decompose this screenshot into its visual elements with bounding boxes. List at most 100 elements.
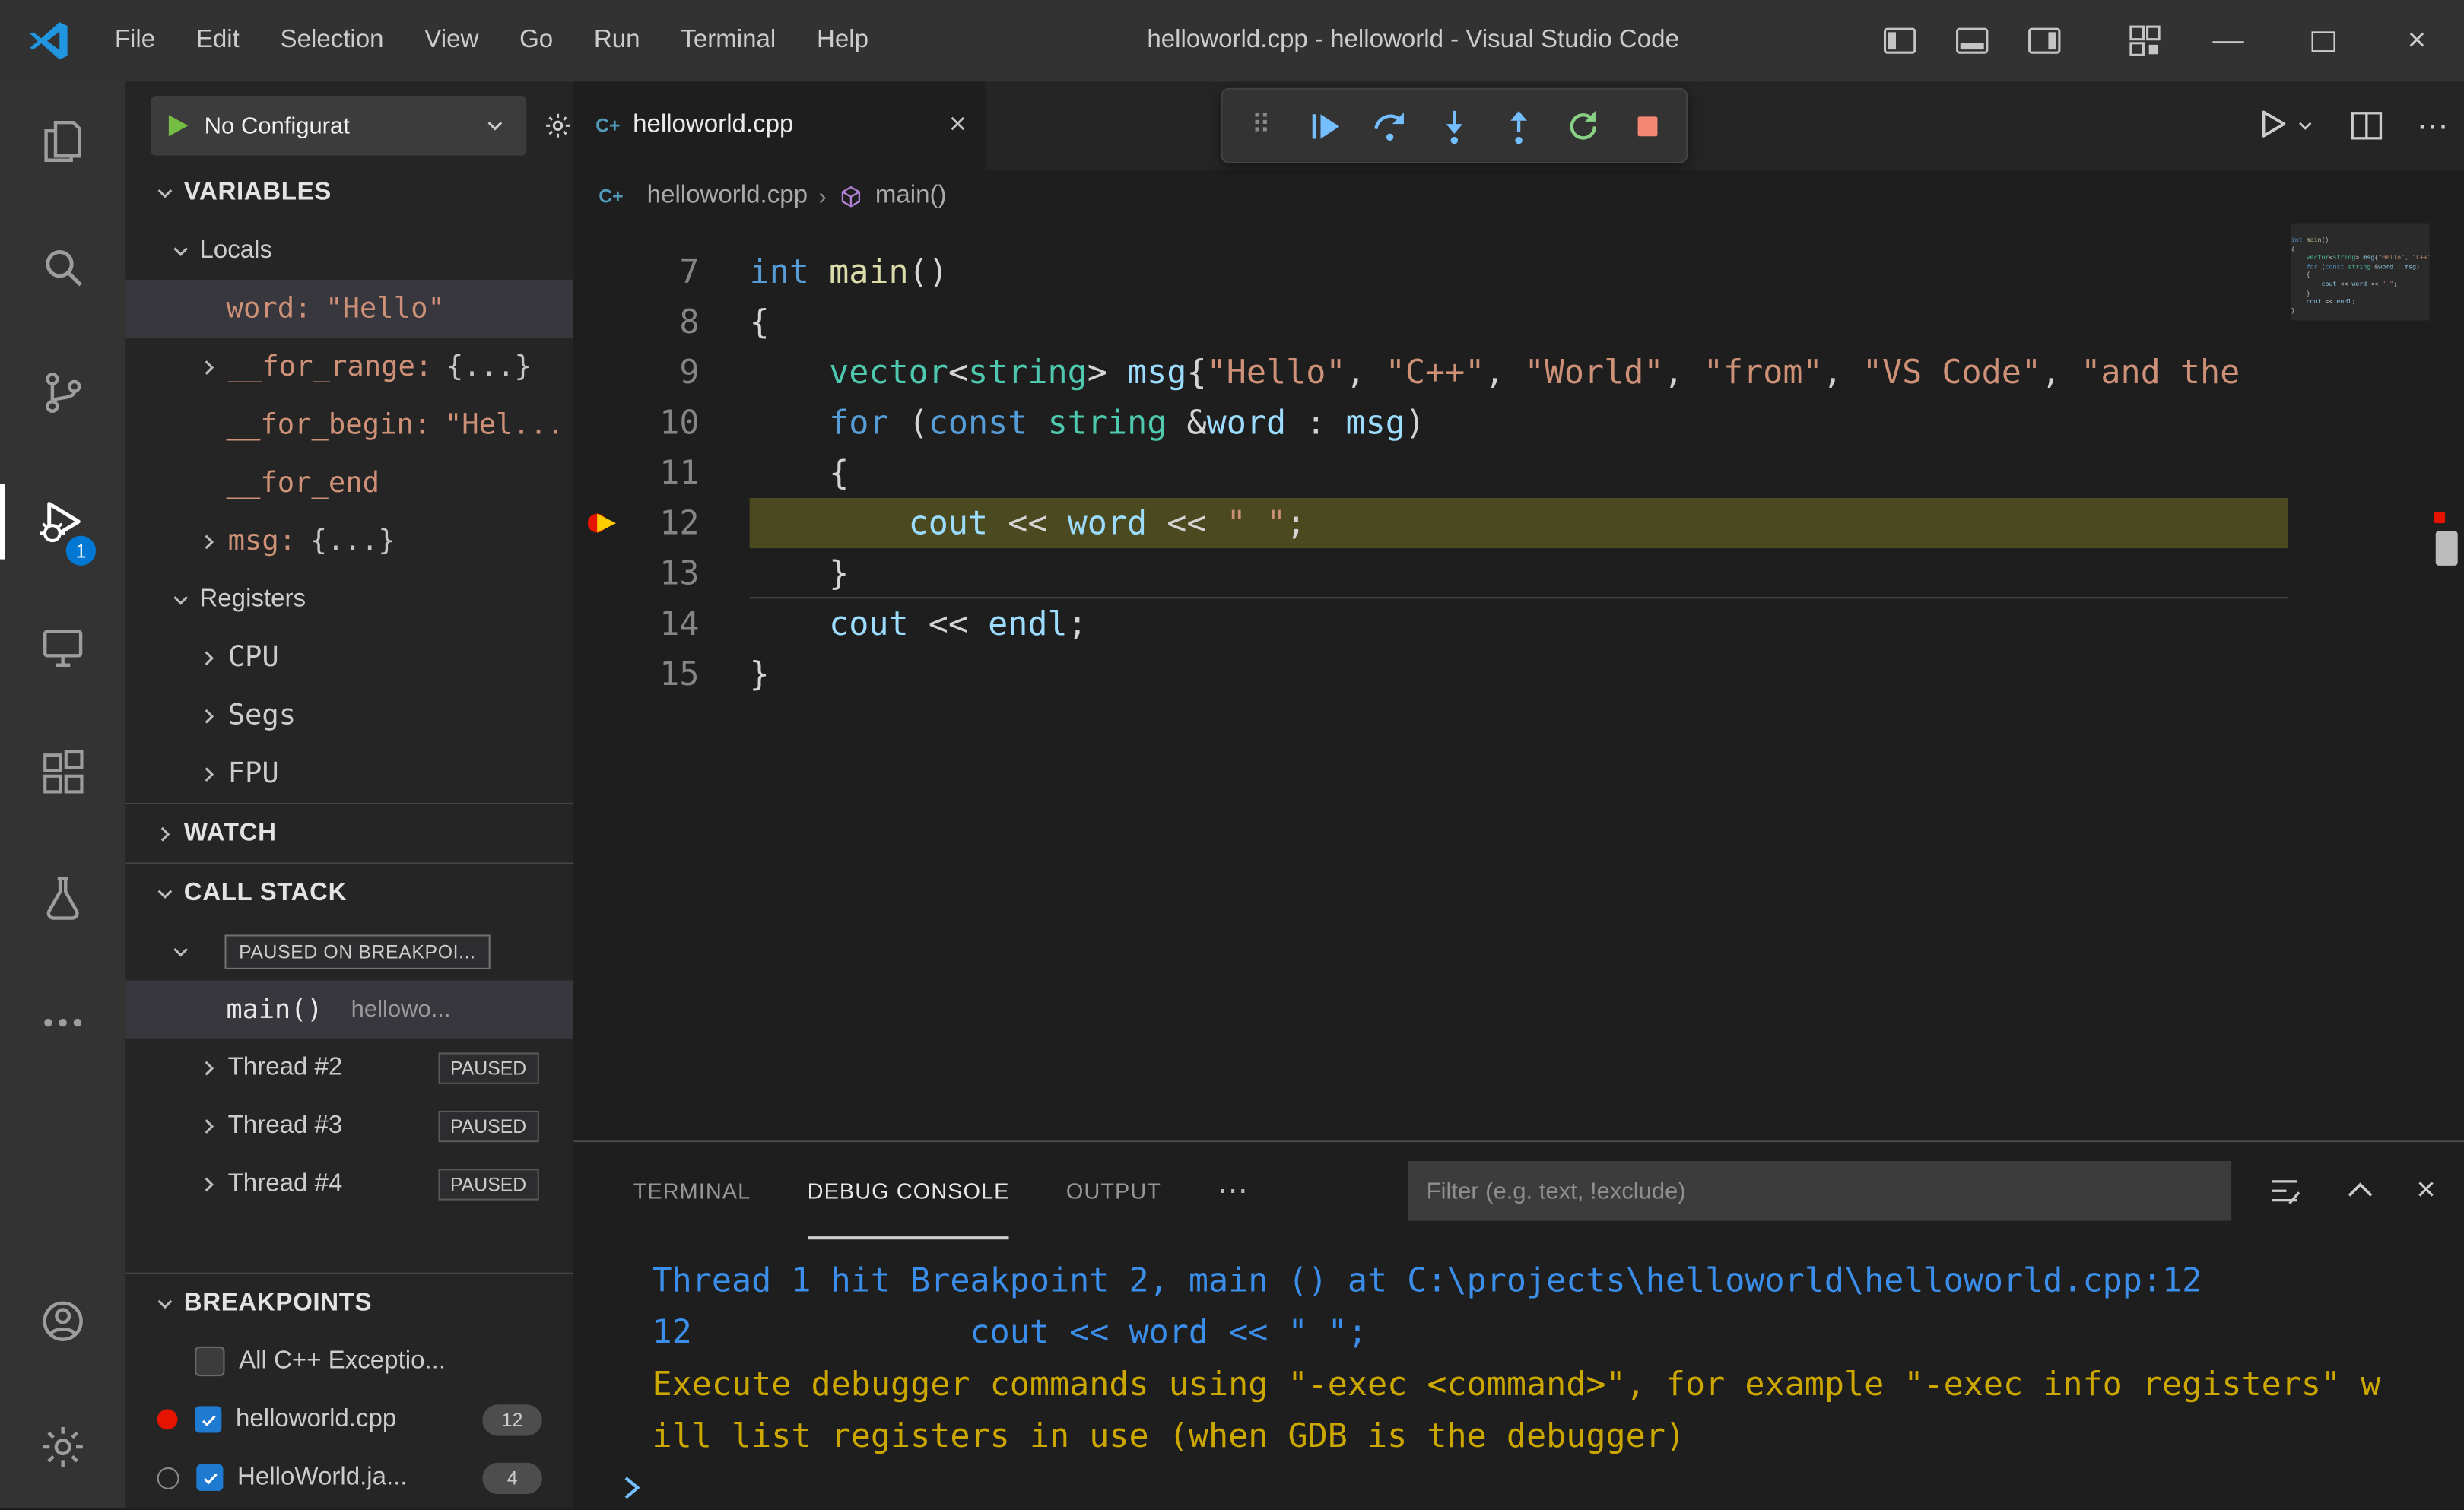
tree-item-cpu[interactable]: CPU — [125, 629, 573, 687]
more-views-icon[interactable] — [25, 985, 100, 1061]
toggle-sidebar-icon[interactable] — [1864, 0, 1936, 81]
callstack-thread-4[interactable]: Thread #4 PAUSED — [125, 1155, 573, 1213]
variable-for-begin[interactable]: __for_begin: "Hel... — [125, 396, 573, 454]
console-filter-input[interactable] — [1407, 1160, 2231, 1221]
variable-msg[interactable]: msg: {...} — [125, 512, 573, 570]
code-text[interactable]: { — [750, 297, 2288, 347]
breadcrumb-file[interactable]: helloworld.cpp — [647, 182, 808, 211]
code-line-13[interactable]: 13 } — [573, 548, 2464, 598]
gutter[interactable] — [573, 548, 630, 598]
close-panel-icon[interactable]: × — [2416, 1172, 2435, 1210]
maximize-button[interactable] — [2275, 0, 2370, 81]
breakpoint-helloworld-cpp[interactable]: helloworld.cpp 12 — [125, 1391, 573, 1448]
remote-explorer-icon[interactable] — [25, 610, 100, 685]
menu-terminal[interactable]: Terminal — [660, 0, 796, 81]
search-icon[interactable] — [25, 230, 100, 305]
variables-section-header[interactable]: VARIABLES — [125, 163, 573, 221]
start-debugging-icon[interactable] — [164, 112, 192, 140]
callstack-thread-3[interactable]: Thread #3 PAUSED — [125, 1096, 573, 1154]
gutter[interactable] — [573, 297, 630, 347]
gutter[interactable] — [573, 649, 630, 699]
overview-ruler[interactable] — [2429, 223, 2463, 1140]
step-over-button[interactable] — [1357, 94, 1422, 157]
code-line-9[interactable]: 9 vector<string> msg{"Hello", "C++", "Wo… — [573, 347, 2464, 398]
checkbox-checked[interactable] — [195, 1406, 222, 1433]
customize-layout-icon[interactable] — [2109, 0, 2181, 81]
callstack-session-row[interactable]: PAUSED ON BREAKPOI... — [125, 922, 573, 980]
checkbox-unchecked[interactable] — [195, 1346, 225, 1377]
code-line-15[interactable]: 15} — [573, 649, 2464, 699]
extensions-icon[interactable] — [25, 735, 100, 811]
breakpoint-current-line-icon[interactable] — [573, 498, 630, 548]
code-line-10[interactable]: 10 for (const string &word : msg) — [573, 398, 2464, 448]
tab-close-icon[interactable]: × — [949, 109, 967, 143]
code-line-14[interactable]: 14 cout << endl; — [573, 598, 2464, 649]
restart-button[interactable] — [1551, 94, 1615, 157]
code-text[interactable]: int main() — [750, 246, 2288, 297]
maximize-panel-icon[interactable] — [2341, 1172, 2379, 1210]
code-text[interactable]: for (const string &word : msg) — [750, 398, 2288, 448]
tab-terminal[interactable]: TERMINAL — [633, 1142, 751, 1239]
debug-console[interactable]: Thread 1 hit Breakpoint 2, main () at C:… — [573, 1239, 2464, 1508]
menu-selection[interactable]: Selection — [260, 0, 405, 81]
explorer-icon[interactable] — [25, 103, 100, 179]
account-icon[interactable] — [25, 1283, 100, 1359]
more-actions-icon[interactable]: ⋯ — [2417, 106, 2448, 145]
source-control-icon[interactable] — [25, 355, 100, 430]
step-into-button[interactable] — [1422, 94, 1487, 157]
step-out-button[interactable] — [1487, 94, 1551, 157]
menu-go[interactable]: Go — [499, 0, 573, 81]
callstack-thread-2[interactable]: Thread #2 PAUSED — [125, 1039, 573, 1096]
tree-item-segs[interactable]: Segs — [125, 687, 573, 744]
gutter[interactable] — [573, 246, 630, 297]
debug-settings-gear-icon[interactable] — [542, 110, 573, 141]
tab-debug-console[interactable]: DEBUG CONSOLE — [808, 1142, 1010, 1239]
code-text[interactable]: } — [750, 649, 2288, 699]
code-line-7[interactable]: 7 int main() — [573, 246, 2464, 297]
variable-for-range[interactable]: __for_range: {...} — [125, 338, 573, 395]
gutter[interactable] — [573, 598, 630, 649]
watch-section-header[interactable]: WATCH — [125, 802, 574, 863]
tab-helloworld-cpp[interactable]: C+ helloworld.cpp × — [573, 81, 986, 170]
toggle-panel-icon[interactable] — [1936, 0, 2008, 81]
split-editor-icon[interactable] — [2348, 107, 2386, 145]
code-line-8[interactable]: 8{ — [573, 297, 2464, 347]
debug-config-dropdown[interactable]: No Configurat — [151, 96, 527, 156]
menu-edit[interactable]: Edit — [176, 0, 260, 81]
minimap[interactable]: int main(){ vector<string> msg{"Hello", … — [2291, 223, 2430, 1140]
menu-run[interactable]: Run — [573, 0, 660, 81]
breadcrumb-symbol[interactable]: main() — [875, 182, 947, 211]
checkbox-checked[interactable] — [196, 1464, 224, 1491]
run-cpp-file-button[interactable] — [2253, 105, 2316, 146]
tab-output[interactable]: OUTPUT — [1066, 1142, 1161, 1239]
toolbar-drag-handle[interactable]: ⠿ — [1229, 94, 1294, 157]
gutter[interactable] — [573, 347, 630, 398]
continue-button[interactable] — [1294, 94, 1358, 157]
variable-for-end[interactable]: __for_end — [125, 454, 573, 512]
breakpoint-all-exceptions[interactable]: All C++ Exceptio... — [125, 1332, 573, 1390]
stop-button[interactable] — [1615, 94, 1680, 157]
callstack-section-header[interactable]: CALL STACK — [125, 862, 574, 922]
clear-console-icon[interactable] — [2266, 1172, 2304, 1210]
callstack-frame-main[interactable]: main() hellowo... — [125, 980, 574, 1039]
breakpoints-section-header[interactable]: BREAKPOINTS — [125, 1272, 574, 1333]
menu-view[interactable]: View — [404, 0, 499, 81]
toggle-secondary-sidebar-icon[interactable] — [2008, 0, 2081, 81]
menu-help[interactable]: Help — [796, 0, 889, 81]
gutter[interactable] — [573, 448, 630, 498]
settings-gear-icon[interactable] — [25, 1409, 100, 1484]
code-text[interactable]: } — [750, 548, 2288, 598]
code-line-12[interactable]: 12 cout << word << " "; — [573, 498, 2464, 549]
code-text[interactable]: cout << endl; — [750, 598, 2288, 649]
code-text[interactable]: vector<string> msg{"Hello", "C++", "Worl… — [750, 347, 2288, 398]
close-button[interactable]: × — [2370, 0, 2464, 81]
code-line-11[interactable]: 11 { — [573, 448, 2464, 498]
code-text[interactable]: cout << word << " "; — [749, 498, 2288, 549]
tree-item-registers[interactable]: Registers — [125, 570, 573, 628]
code-text[interactable]: { — [750, 448, 2288, 498]
breakpoint-helloworld-java[interactable]: HelloWorld.ja... 4 — [125, 1448, 573, 1506]
more-panel-tabs-icon[interactable]: ⋯ — [1218, 1172, 1247, 1209]
minimize-button[interactable]: — — [2181, 0, 2275, 81]
tree-item-fpu[interactable]: FPU — [125, 744, 573, 802]
testing-icon[interactable] — [25, 861, 100, 936]
